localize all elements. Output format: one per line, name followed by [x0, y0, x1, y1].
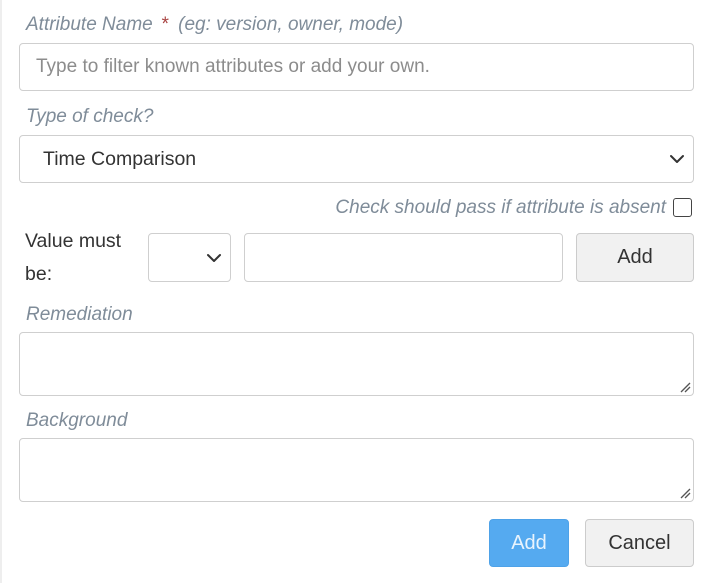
remediation-textarea[interactable] — [19, 332, 694, 396]
value-must-be-label: Value must be: — [25, 225, 121, 291]
attribute-name-hint: (eg: version, owner, mode) — [178, 14, 404, 35]
cancel-button[interactable]: Cancel — [585, 519, 694, 567]
background-textarea[interactable] — [19, 438, 694, 502]
absent-check-label: Check should pass if attribute is absent — [335, 197, 666, 218]
remediation-field — [19, 332, 694, 396]
panel-left-border — [0, 0, 2, 583]
required-mark: * — [160, 14, 169, 35]
background-field — [19, 438, 694, 502]
chevron-down-icon — [207, 254, 221, 262]
value-must-be-label-line2: be: — [25, 263, 53, 285]
value-input[interactable] — [244, 233, 563, 282]
type-of-check-select[interactable]: Time Comparison — [19, 135, 694, 183]
remediation-label: Remediation — [26, 304, 133, 325]
add-value-button[interactable]: Add — [576, 233, 694, 282]
type-of-check-label: Type of check? — [26, 106, 154, 127]
background-label: Background — [26, 410, 128, 431]
attribute-name-label-row: Attribute Name * (eg: version, owner, mode… — [26, 14, 403, 36]
type-of-check-selected: Time Comparison — [43, 147, 197, 170]
operator-select[interactable] — [148, 233, 231, 282]
absent-checkbox[interactable] — [673, 198, 692, 217]
resize-grip-icon[interactable] — [679, 487, 691, 499]
attribute-name-label: Attribute Name — [26, 14, 153, 35]
resize-grip-icon[interactable] — [679, 381, 691, 393]
attribute-name-input[interactable] — [19, 43, 694, 91]
value-must-be-label-line1: Value must — [25, 230, 122, 252]
add-button[interactable]: Add — [489, 519, 569, 567]
chevron-down-icon — [670, 155, 684, 163]
